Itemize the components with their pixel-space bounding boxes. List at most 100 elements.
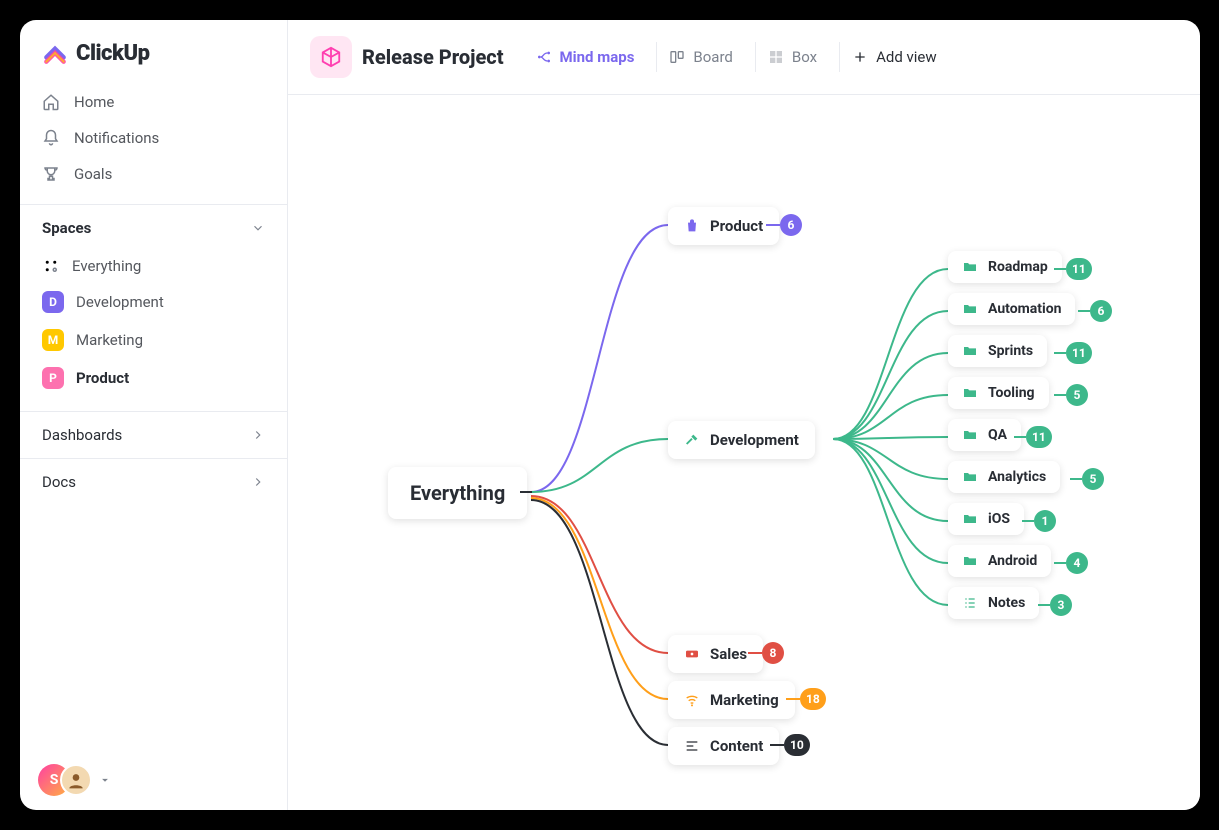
hammer-icon — [684, 432, 700, 448]
node-notes[interactable]: Notes — [948, 587, 1039, 619]
badge-android: 4 — [1066, 552, 1088, 574]
caret-down-icon[interactable] — [98, 773, 112, 787]
lines-icon — [684, 738, 700, 754]
mindmap-icon — [536, 49, 552, 65]
person-icon — [66, 770, 86, 790]
space-everything[interactable]: Everything — [32, 249, 275, 283]
add-view-label: Add view — [876, 48, 937, 66]
nav-home-label: Home — [74, 93, 114, 111]
nav-notifications[interactable]: Notifications — [32, 120, 275, 156]
mindmap-root[interactable]: Everything — [388, 467, 527, 519]
view-tab-box[interactable]: Box — [755, 42, 829, 72]
view-board-label: Board — [693, 48, 732, 66]
logo-text: ClickUp — [76, 41, 150, 66]
folder-icon — [962, 343, 978, 359]
badge-roadmap: 11 — [1066, 258, 1092, 280]
home-icon — [42, 93, 60, 111]
space-letter-d: D — [42, 291, 64, 313]
nav-primary: Home Notifications Goals — [20, 80, 287, 204]
badge-connector — [1070, 478, 1082, 480]
sidebar-footer: S — [20, 750, 287, 810]
space-product-label: Product — [76, 369, 129, 387]
node-roadmap[interactable]: Roadmap — [948, 251, 1062, 283]
folder-icon — [962, 259, 978, 275]
folder-icon — [962, 385, 978, 401]
folder-icon — [962, 301, 978, 317]
spaces-header-label: Spaces — [42, 219, 91, 237]
node-android[interactable]: Android — [948, 545, 1051, 577]
sidebar: ClickUp Home Notifications Goals Spaces — [20, 20, 288, 810]
nav-goals-label: Goals — [74, 165, 112, 183]
main: Release Project Mind maps Board Box Add … — [288, 20, 1200, 810]
badge-connector — [1014, 436, 1026, 438]
badge-content: 10 — [784, 734, 810, 756]
badge-notes: 3 — [1050, 594, 1072, 616]
node-content[interactable]: Content — [668, 727, 779, 765]
node-sales[interactable]: Sales — [668, 635, 763, 673]
node-product[interactable]: Product — [668, 207, 779, 245]
space-marketing-label: Marketing — [76, 331, 143, 349]
badge-sprints: 11 — [1066, 342, 1092, 364]
spaces-header[interactable]: Spaces — [20, 204, 287, 247]
node-sales-label: Sales — [710, 645, 747, 663]
view-mindmaps-label: Mind maps — [560, 48, 635, 66]
nav-goals[interactable]: Goals — [32, 156, 275, 192]
node-analytics[interactable]: Analytics — [948, 461, 1060, 493]
list-icon — [962, 595, 978, 611]
connector-stub — [520, 491, 532, 493]
bell-icon — [42, 129, 60, 147]
view-tab-mindmaps[interactable]: Mind maps — [524, 42, 647, 72]
node-marketing-label: Marketing — [710, 691, 779, 709]
app-window: ClickUp Home Notifications Goals Spaces — [20, 20, 1200, 810]
node-development[interactable]: Development — [668, 421, 815, 459]
space-development[interactable]: D Development — [32, 283, 275, 321]
ticket-icon — [684, 646, 700, 662]
node-marketing[interactable]: Marketing — [668, 681, 795, 719]
node-tooling[interactable]: Tooling — [948, 377, 1049, 409]
badge-connector — [748, 652, 762, 654]
wifi-icon — [684, 692, 700, 708]
add-view-button[interactable]: Add view — [839, 42, 949, 72]
mindmap-root-label: Everything — [410, 481, 505, 505]
space-letter-p: P — [42, 367, 64, 389]
clickup-logo-icon — [42, 40, 68, 66]
node-sprints[interactable]: Sprints — [948, 335, 1047, 367]
badge-sales: 8 — [762, 642, 784, 664]
grid-icon — [768, 49, 784, 65]
nav-notifications-label: Notifications — [74, 129, 159, 147]
mindmap-canvas[interactable]: Everything Product 6 Development Sales 8 — [288, 95, 1200, 810]
space-product[interactable]: P Product — [32, 359, 275, 397]
space-everything-label: Everything — [72, 257, 141, 275]
badge-automation: 6 — [1090, 300, 1112, 322]
board-icon — [669, 49, 685, 65]
badge-connector — [786, 698, 800, 700]
badge-ios: 1 — [1034, 510, 1056, 532]
chevron-down-icon — [251, 221, 265, 235]
badge-analytics: 5 — [1082, 468, 1104, 490]
node-qa[interactable]: QA — [948, 419, 1021, 451]
node-ios[interactable]: iOS — [948, 503, 1024, 535]
badge-connector — [1054, 562, 1066, 564]
nav-dashboards-label: Dashboards — [42, 426, 122, 444]
badge-tooling: 5 — [1066, 384, 1088, 406]
topbar: Release Project Mind maps Board Box Add … — [288, 20, 1200, 95]
node-automation[interactable]: Automation — [948, 293, 1075, 325]
logo[interactable]: ClickUp — [20, 20, 287, 80]
nav-docs[interactable]: Docs — [20, 458, 287, 505]
folder-icon — [962, 553, 978, 569]
avatar-member[interactable] — [60, 764, 92, 796]
space-development-label: Development — [76, 293, 164, 311]
box-icon — [320, 46, 342, 68]
folder-icon — [962, 511, 978, 527]
nav-dashboards[interactable]: Dashboards — [20, 411, 287, 458]
view-tab-board[interactable]: Board — [656, 42, 744, 72]
project-icon[interactable] — [310, 36, 352, 78]
badge-qa: 11 — [1026, 426, 1052, 448]
node-development-label: Development — [710, 431, 799, 449]
grid-icon — [42, 257, 60, 275]
project-title: Release Project — [362, 45, 504, 69]
trophy-icon — [42, 165, 60, 183]
badge-connector — [1054, 268, 1066, 270]
nav-home[interactable]: Home — [32, 84, 275, 120]
space-marketing[interactable]: M Marketing — [32, 321, 275, 359]
